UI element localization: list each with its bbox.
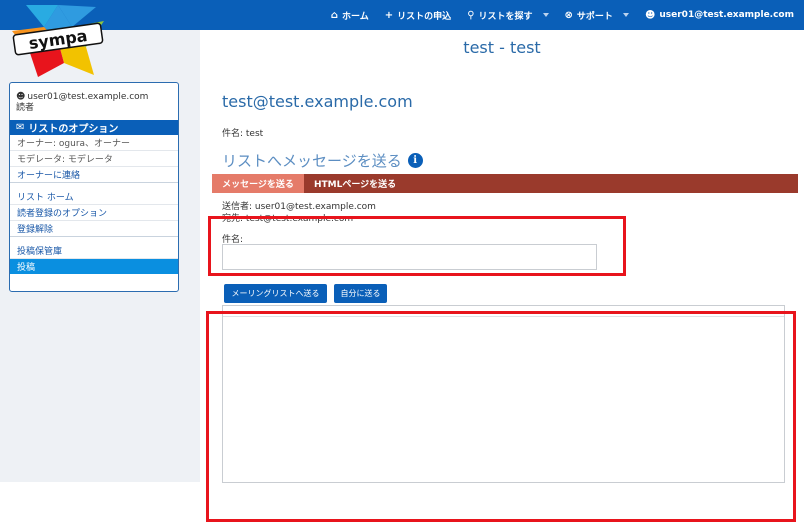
nav-home-label: ホーム [342,11,369,22]
sympa-logo[interactable]: sympa [8,1,108,79]
sidebar-item-unsubscribe[interactable]: 登録解除 [10,221,178,237]
tab-send-message[interactable]: メッセージを送る [212,174,304,193]
nav-user[interactable]: ☻ user01@test.example.com [645,10,794,21]
tab-send-html-page[interactable]: HTMLページを送る [304,174,406,193]
sidebar-options-header: ✉ リストのオプション [10,120,178,135]
page-title: test - test [463,38,541,57]
nav-search-list[interactable]: ⚲ リストを探す [467,9,549,22]
section-title-label: リストへメッセージを送る [222,152,402,170]
sidebar-user: ☻ user01@test.example.com 読者 [10,83,178,116]
sidebar-owner: オーナー: ogura、オーナー [10,135,178,151]
sidebar-options-title: リストのオプション [28,124,119,135]
list-email-heading: test@test.example.com [222,92,413,111]
user-icon: ☻ [16,92,26,102]
send-to-list-button[interactable]: メーリングリストへ送る [224,284,327,303]
highlight-subject [208,216,626,276]
sidebar-item-list-home[interactable]: リスト ホーム [10,189,178,205]
list-subject: 件名: test [222,129,264,139]
top-navbar: ⌂ ホーム + リストの申込 ⚲ リストを探す ⊗ サポート ☻ user01@… [0,0,804,30]
sidebar-user-email: user01@test.example.com [27,92,149,102]
nav-search-label: リストを探す [478,11,533,22]
nav-support[interactable]: ⊗ サポート [565,9,629,22]
nav-menu: ⌂ ホーム + リストの申込 ⚲ リストを探す ⊗ サポート ☻ user01@… [331,0,794,30]
sidebar-item-contact-owner[interactable]: オーナーに連絡 [10,167,178,183]
sidebar-item-subscriber-options[interactable]: 読者登録のオプション [10,205,178,221]
chevron-down-icon [622,13,629,17]
search-icon: ⚲ [467,9,475,21]
sidebar-panel: ☻ user01@test.example.com 読者 ✉ リストのオプション… [9,82,179,292]
send-to-self-button[interactable]: 自分に送る [334,284,387,303]
info-icon[interactable]: i [407,153,423,168]
section-title: リストへメッセージを送る i [222,150,423,171]
nav-support-label: サポート [576,11,613,22]
chevron-down-icon [542,13,549,17]
sidebar-item-archive[interactable]: 投稿保管庫 [10,243,178,259]
sidebar-item-post[interactable]: 投稿 [10,259,178,274]
plus-icon: + [384,9,394,21]
compose-tabs: メッセージを送る HTMLページを送る [212,174,798,193]
nav-request-label: リストの申込 [397,11,452,22]
home-icon: ⌂ [330,9,339,21]
user-icon: ☻ [644,9,656,21]
sidebar-user-role: 読者 [16,103,35,113]
envelope-icon: ✉ [16,122,25,133]
support-icon: ⊗ [564,9,573,21]
nav-request-list[interactable]: + リストの申込 [385,9,451,22]
nav-user-label: user01@test.example.com [659,10,794,20]
nav-home[interactable]: ⌂ ホーム [331,9,369,22]
sidebar-moderator: モデレータ: モデレータ [10,151,178,167]
highlight-body [206,311,796,522]
